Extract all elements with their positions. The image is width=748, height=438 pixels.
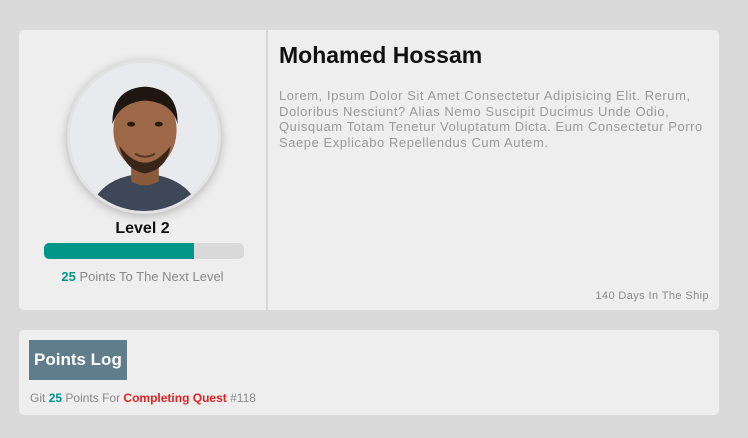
log-entry-middle: Points For: [65, 391, 121, 405]
days-in-ship: 140 Days In The Ship: [595, 290, 709, 302]
user-name: Mohamed Hossam: [279, 42, 483, 68]
profile-card: Level 2 25 Points To The Next Level Moha…: [19, 30, 719, 310]
completing-quest-link[interactable]: Completing Quest: [123, 391, 226, 405]
points-log-title: Points Log: [29, 340, 127, 380]
level-progress-bar: [44, 243, 244, 259]
user-bio: Lorem, Ipsum Dolor Sit Amet Consectetur …: [279, 88, 703, 150]
points-log-card: Points Log Git 25 Points For Completing …: [19, 330, 719, 415]
level-label: Level 2: [115, 220, 170, 237]
log-entry-suffix: #118: [230, 391, 256, 405]
log-entry-prefix: Git: [30, 391, 46, 405]
profile-left-panel: Level 2 25 Points To The Next Level: [19, 30, 268, 310]
profile-right-panel: Mohamed Hossam Lorem, Ipsum Dolor Sit Am…: [268, 30, 719, 310]
points-log-entry: Git 25 Points For Completing Quest #118: [30, 391, 256, 405]
avatar: [67, 60, 221, 214]
points-to-next-level: 25 Points To The Next Level: [19, 269, 266, 284]
points-to-next-value: 25: [61, 269, 76, 284]
points-to-next-text: Points To The Next Level: [79, 269, 224, 284]
level-progress-fill: [44, 243, 194, 259]
avatar-photo: [70, 63, 218, 211]
log-entry-points: 25: [48, 391, 63, 405]
